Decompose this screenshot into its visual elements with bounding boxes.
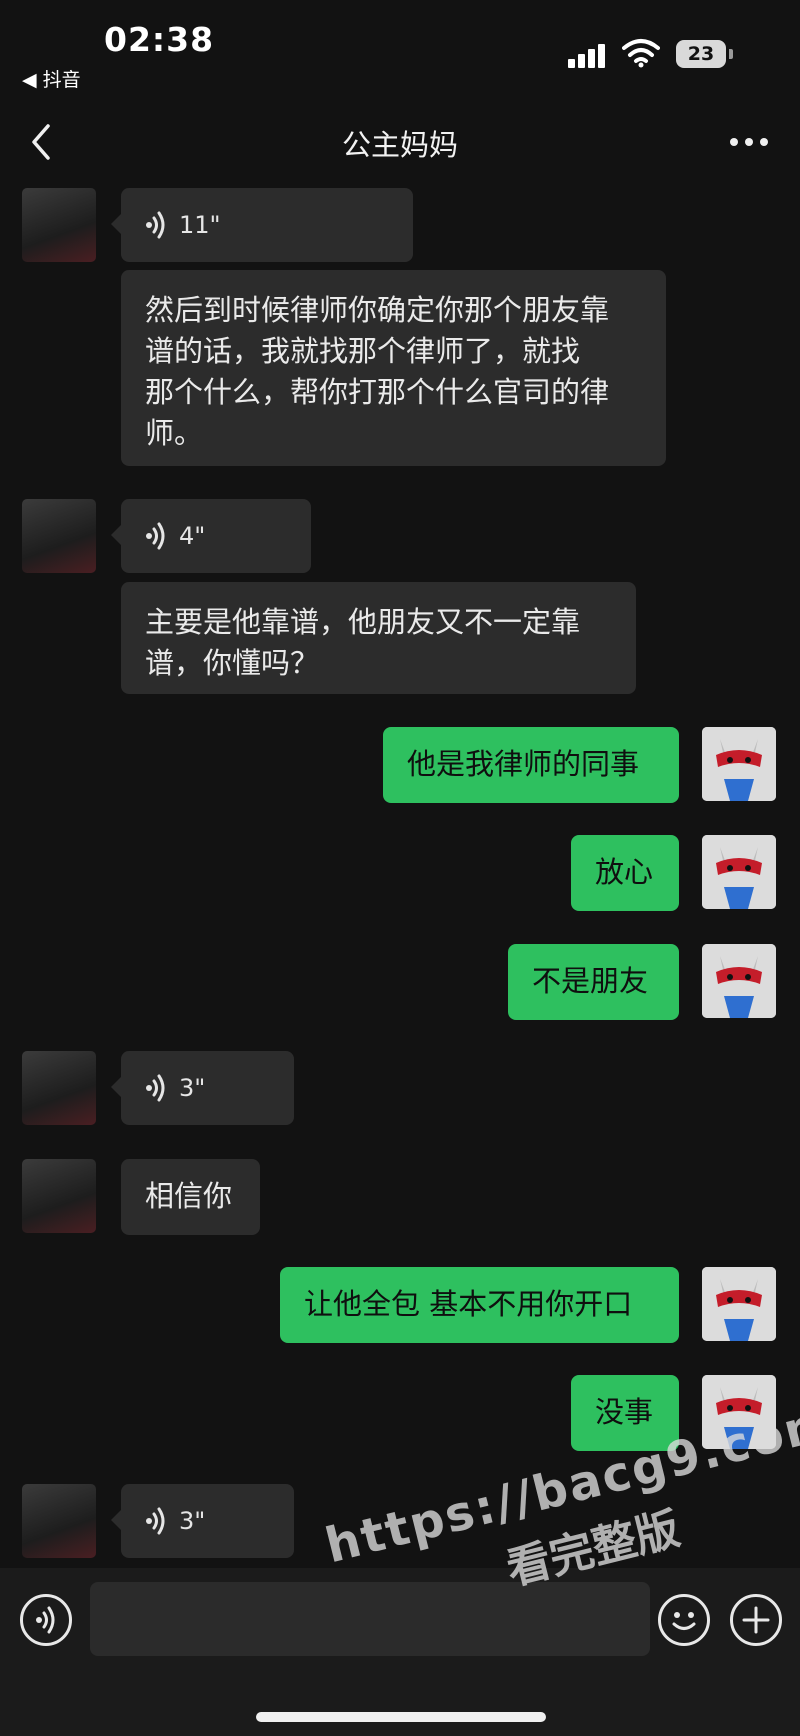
status-bar: 02:38 ◀ 抖音 23 [0,0,800,95]
emoji-button[interactable] [658,1594,710,1646]
voice-message[interactable]: 3" [111,1051,294,1125]
contact-avatar[interactable] [22,1159,96,1233]
bubble-tail [111,1510,121,1530]
cellular-signal-icon [568,44,608,68]
cat-mask-avatar-icon [702,1375,776,1449]
voice-wave-icon [146,1074,165,1102]
outgoing-text-message[interactable]: 不是朋友 [508,944,679,1020]
voice-message[interactable]: 3" [111,1484,294,1558]
incoming-text-message[interactable]: 相信你 [121,1159,260,1235]
bubble-tail [111,525,121,545]
cat-mask-avatar-icon [702,835,776,909]
smiley-icon [672,1612,696,1630]
chat-title: 公主妈妈 [341,128,458,162]
cat-mask-avatar-icon [702,944,776,1018]
voice-wave-icon [146,522,165,550]
contact-avatar[interactable] [22,1484,96,1558]
voice-wave-icon [146,211,165,239]
incoming-text-message[interactable]: 主要是他靠谱，他朋友又不一定靠 谱，你懂吗？ [121,582,636,694]
voice-message[interactable]: 11" [111,188,413,262]
voice-wave-icon [36,1606,55,1634]
outgoing-text-message[interactable]: 没事 [571,1375,679,1451]
voice-wave-icon [146,1507,165,1535]
my-avatar[interactable] [702,944,776,1018]
outgoing-text-message[interactable]: 放心 [571,835,679,911]
voice-message[interactable]: 4" [111,499,311,573]
my-avatar[interactable] [702,835,776,909]
status-time: 02:38 [104,20,215,59]
contact-avatar[interactable] [22,1051,96,1125]
cat-mask-avatar-icon [702,1267,776,1341]
voice-duration: 3" [179,1073,206,1102]
voice-duration: 11" [179,210,221,239]
more-options-icon[interactable] [724,122,774,162]
more-functions-button[interactable] [730,1594,782,1646]
voice-duration: 4" [179,521,206,550]
cat-mask-avatar-icon [702,727,776,801]
voice-input-button[interactable] [20,1594,72,1646]
message-input[interactable] [90,1582,650,1656]
back-to-app-link[interactable]: ◀ 抖音 [22,65,81,92]
outgoing-text-message[interactable]: 让他全包 基本不用你开口 [280,1267,679,1343]
chat-header: 公主妈妈 [0,100,800,182]
wifi-icon [622,39,660,68]
input-bar [0,1568,800,1736]
home-indicator [256,1712,546,1722]
my-avatar[interactable] [702,1267,776,1341]
contact-avatar[interactable] [22,499,96,573]
contact-avatar[interactable] [22,188,96,262]
battery-tip [729,49,733,59]
bubble-tail [111,1077,121,1097]
plus-icon [742,1606,770,1634]
voice-duration: 3" [179,1506,206,1535]
bubble-tail [111,214,121,234]
my-avatar[interactable] [702,727,776,801]
my-avatar[interactable] [702,1375,776,1449]
incoming-text-message[interactable]: 然后到时候律师你确定你那个朋友靠 谱的话，我就找那个律师了，就找 那个什么，帮你… [121,270,666,466]
outgoing-text-message[interactable]: 他是我律师的同事 [383,727,679,803]
battery-indicator: 23 [676,40,726,68]
